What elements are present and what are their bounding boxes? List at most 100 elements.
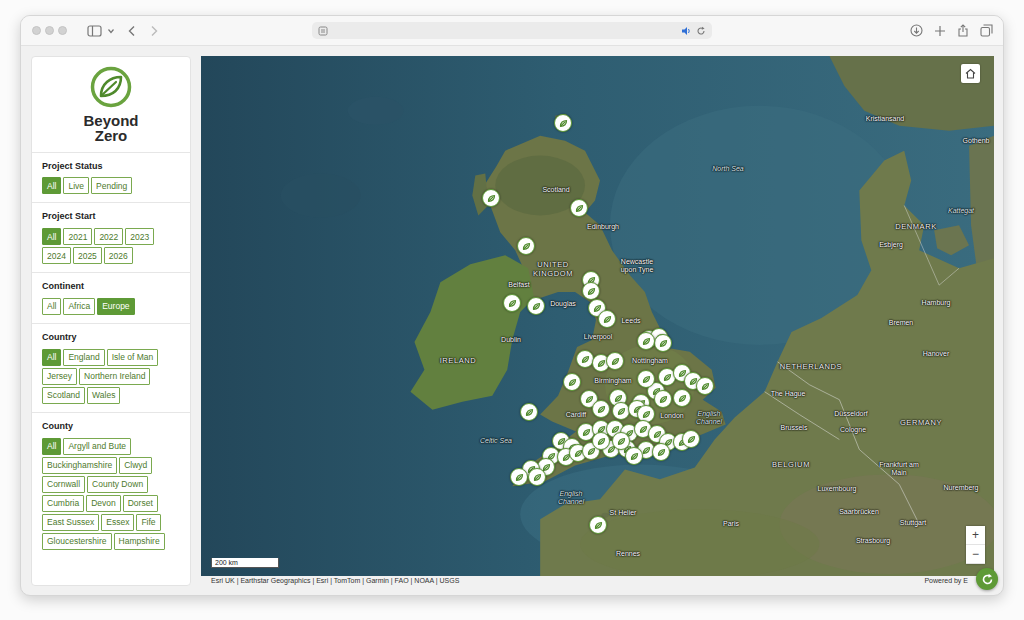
filter-option-button[interactable]: Wales [87, 387, 120, 404]
project-pin[interactable] [520, 403, 538, 421]
project-pin[interactable] [652, 443, 670, 461]
project-pin[interactable] [592, 400, 610, 418]
powered-by-text[interactable]: Powered by E [924, 576, 968, 586]
filter-sidebar: BeyondZeroProject StatusAllLivePendingPr… [31, 56, 191, 586]
filter-option-button[interactable]: 2022 [94, 228, 123, 245]
reload-icon[interactable] [696, 26, 706, 36]
page-menu-icon[interactable] [318, 26, 328, 36]
filter-option-button[interactable]: Essex [101, 514, 134, 531]
project-pin[interactable] [606, 352, 624, 370]
filter-option-button[interactable]: Dorset [123, 495, 158, 512]
pin-logo-icon [531, 301, 542, 312]
project-pin[interactable] [654, 390, 672, 408]
zoom-controls: +− [966, 526, 985, 564]
project-pin[interactable] [637, 332, 655, 350]
project-pin[interactable] [673, 389, 691, 407]
map-label: Edinburgh [587, 223, 619, 231]
filter-option-button[interactable]: Buckinghamshire [42, 457, 117, 474]
filter-option-button[interactable]: All [42, 349, 61, 366]
project-pin[interactable] [637, 370, 655, 388]
project-pin[interactable] [589, 516, 607, 534]
filter-option-button[interactable]: Cumbria [42, 495, 84, 512]
project-pin[interactable] [598, 310, 616, 328]
filter-option-button[interactable]: Isle of Man [107, 349, 159, 366]
filter-option-button[interactable]: 2024 [42, 247, 71, 264]
filter-option-button[interactable]: 2025 [73, 247, 102, 264]
filter-option-button[interactable]: Fife [136, 514, 160, 531]
new-tab-icon[interactable] [934, 25, 946, 37]
filter-title: Continent [42, 281, 180, 292]
filter-option-button[interactable]: Africa [63, 298, 95, 315]
filter-option-button[interactable]: Live [63, 177, 89, 194]
logo-text: Zero [32, 128, 190, 143]
project-pin[interactable] [570, 199, 588, 217]
filter-option-button[interactable]: Clwyd [119, 457, 152, 474]
filter-option-button[interactable]: East Sussex [42, 514, 99, 531]
filter-option-button[interactable]: All [42, 438, 61, 455]
filter-option-button[interactable]: Northern Ireland [79, 368, 150, 385]
filter-option-button[interactable]: Devon [86, 495, 121, 512]
project-pin[interactable] [528, 468, 546, 486]
project-pin[interactable] [510, 468, 528, 486]
project-pin[interactable] [554, 114, 572, 132]
refresh-button[interactable] [976, 568, 998, 590]
filter-option-button[interactable]: Scotland [42, 387, 85, 404]
filter-option-button[interactable]: Cornwall [42, 476, 85, 493]
filter-option-button[interactable]: Gloucestershire [42, 533, 112, 550]
filter-option-button[interactable]: All [42, 228, 61, 245]
project-pin[interactable] [563, 373, 581, 391]
filter-options: AllAfricaEurope [42, 298, 180, 315]
filter-option-button[interactable]: Hampshire [114, 533, 165, 550]
speaker-icon[interactable] [681, 26, 692, 36]
project-pin[interactable] [592, 432, 610, 450]
filter-option-button[interactable]: All [42, 177, 61, 194]
project-pin[interactable] [612, 432, 630, 450]
home-button[interactable] [961, 64, 980, 83]
close-icon[interactable] [32, 26, 41, 35]
back-icon[interactable] [127, 25, 137, 37]
project-pin[interactable] [576, 350, 594, 368]
map-label: London [660, 412, 683, 420]
filter-option-button[interactable]: Jersey [42, 368, 77, 385]
project-pin[interactable] [582, 282, 600, 300]
share-icon[interactable] [957, 24, 969, 37]
address-bar[interactable] [312, 22, 712, 39]
tabs-overview-icon[interactable] [980, 24, 993, 37]
project-pin[interactable] [482, 189, 500, 207]
filter-option-button[interactable]: 2026 [104, 247, 133, 264]
map-view[interactable]: ScotlandEdinburghNewcastle upon TyneUNIT… [201, 56, 994, 576]
filter-scroll-list[interactable]: AllArgyll and Bute BuckinghamshireClwyd Co… [42, 438, 184, 570]
filter-option-button[interactable]: County Down [87, 476, 148, 493]
filter-option-button[interactable]: England [63, 349, 104, 366]
project-pin[interactable] [517, 237, 535, 255]
zoom-window-icon[interactable] [58, 26, 67, 35]
filter-option-button[interactable]: 2023 [125, 228, 154, 245]
map-column: ScotlandEdinburghNewcastle upon TyneUNIT… [201, 56, 994, 586]
sidebar-toggle-icon[interactable] [87, 25, 103, 37]
filter-option-button[interactable]: Pending [91, 177, 132, 194]
zoom-out-button[interactable]: − [966, 545, 985, 564]
pin-logo-icon [616, 436, 627, 447]
pin-logo-icon [686, 434, 697, 445]
project-pin[interactable] [696, 377, 714, 395]
filter-option-button[interactable]: Europe [97, 298, 134, 315]
filter-option-button[interactable]: All [42, 298, 61, 315]
project-pin[interactable] [654, 334, 672, 352]
filter-option-button[interactable]: 2021 [63, 228, 92, 245]
download-icon[interactable] [910, 24, 923, 37]
map-label: Liverpool [584, 333, 612, 341]
map-label: Dublin [501, 336, 521, 344]
zoom-in-button[interactable]: + [966, 526, 985, 545]
map-label: IRELAND [440, 357, 477, 366]
minimize-icon[interactable] [45, 26, 54, 35]
pin-logo-icon [658, 394, 669, 405]
filter-option-button[interactable]: Argyll and Bute [63, 438, 131, 455]
filter-title: Project Status [42, 161, 180, 172]
map-label: Hamburg [922, 299, 951, 307]
project-pin[interactable] [682, 430, 700, 448]
project-pin[interactable] [625, 447, 643, 465]
pin-logo-icon [662, 372, 673, 383]
chevron-down-icon[interactable] [107, 27, 115, 35]
project-pin[interactable] [503, 294, 521, 312]
project-pin[interactable] [527, 297, 545, 315]
